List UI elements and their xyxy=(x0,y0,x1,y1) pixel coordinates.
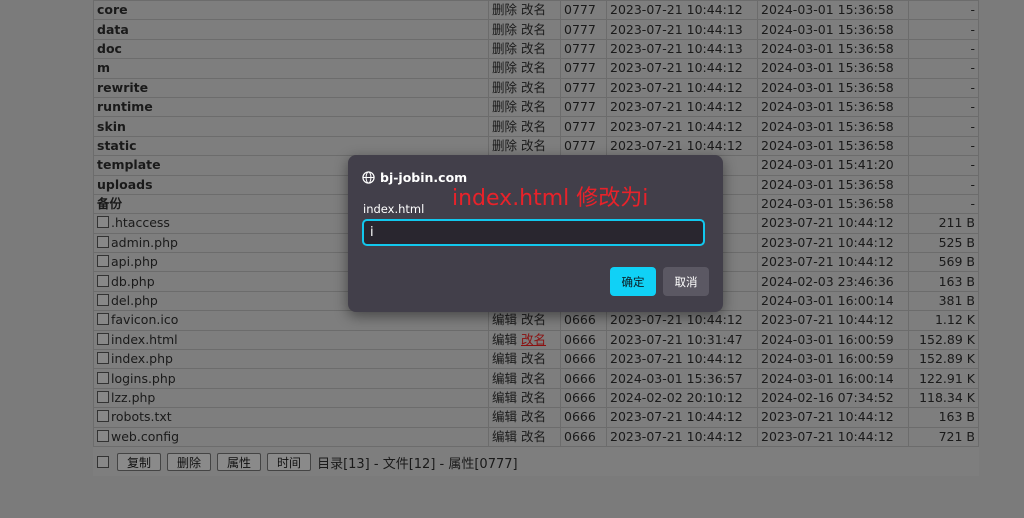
annotation-text: index.html 修改为i xyxy=(452,186,649,211)
new-name-input[interactable] xyxy=(362,219,705,246)
rename-dialog: bj-jobin.com index.html 修改为i index.html … xyxy=(348,155,723,312)
cancel-button[interactable]: 取消 xyxy=(663,267,709,296)
field-label: index.html xyxy=(363,202,425,216)
globe-icon xyxy=(362,171,375,184)
ok-button[interactable]: 确定 xyxy=(610,267,656,296)
